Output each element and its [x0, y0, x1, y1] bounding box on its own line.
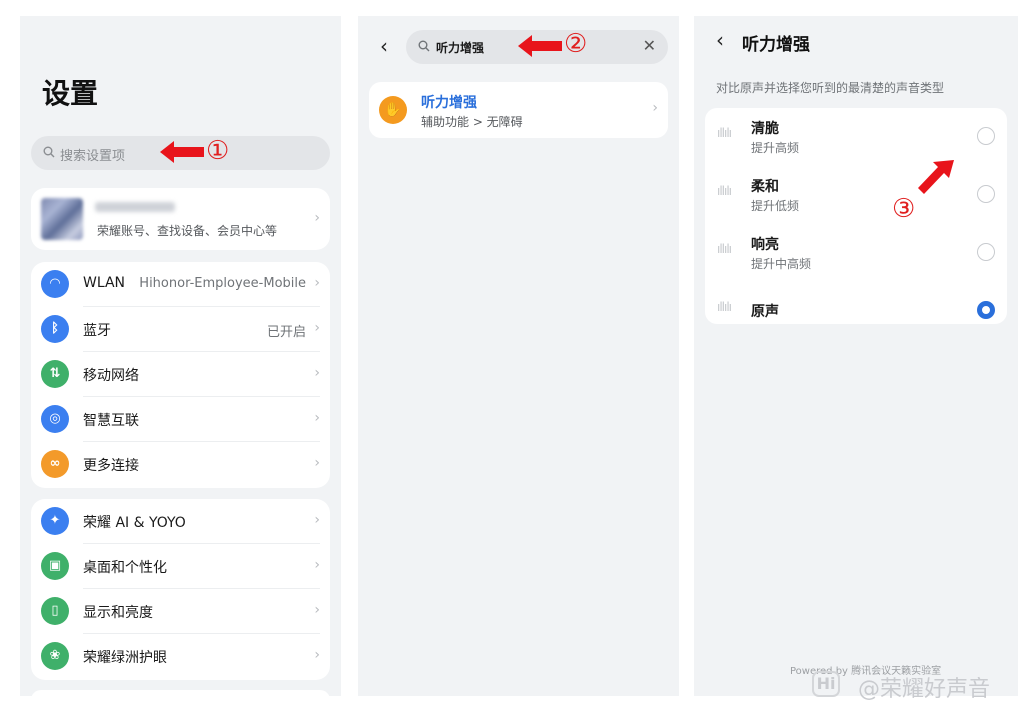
smart-connect-icon: ◎: [41, 405, 69, 433]
settings-row-label: 荣耀绿洲护眼: [83, 650, 167, 666]
radio-button[interactable]: [977, 301, 995, 319]
settings-row-label: 桌面和个性化: [83, 560, 167, 576]
settings-row-label: 更多连接: [83, 458, 139, 474]
eye-care-icon: ❀: [41, 642, 69, 670]
sound-option[interactable]: ıllılı 原声: [705, 282, 1007, 340]
account-subtitle: 荣耀账号、查找设备、会员中心等: [97, 224, 278, 238]
settings-panel: 设置 搜索设置项 荣耀账号、查找设备、会员中心等 › ◠ WLAN Hihonor-…: [20, 16, 341, 696]
sound-option[interactable]: ıllılı 柔和提升低频: [705, 166, 1007, 224]
avatar: [41, 198, 83, 240]
option-name: 原声: [751, 304, 779, 320]
page-title: 听力增强: [742, 35, 810, 55]
step-marker-2: ②: [564, 29, 588, 59]
radio-button[interactable]: [977, 185, 995, 203]
chevron-right-icon: ›: [314, 455, 320, 471]
mobile-network-icon: ⇅: [41, 360, 69, 388]
search-query: 听力增强: [436, 41, 485, 55]
chevron-right-icon: ›: [314, 512, 320, 528]
settings-row-label: 移动网络: [83, 368, 139, 384]
settings-row-3[interactable]: ❀ 荣耀绿洲护眼 ›: [31, 634, 330, 679]
step-marker-1: ①: [206, 136, 230, 166]
annotation-arrow-2: [518, 35, 562, 57]
sound-option[interactable]: ıllılı 清脆提升高频: [705, 108, 1007, 166]
settings-row-value: 已开启: [266, 325, 306, 340]
search-icon: [418, 40, 430, 52]
sound-option[interactable]: ıllılı 响亮提升中高频: [705, 224, 1007, 282]
annotation-arrow-1: [160, 141, 204, 163]
wifi-icon: ◠: [41, 270, 69, 298]
chevron-right-icon: ›: [314, 210, 320, 226]
settings-row-4[interactable]: ∞ 更多连接 ›: [31, 442, 330, 487]
search-results-panel: ‹ 听力增强 ✕ ✋ 听力增强 辅助功能 > 无障碍 ›: [358, 16, 679, 696]
settings-row-3[interactable]: ◎ 智慧互联 ›: [31, 397, 330, 442]
settings-row-label: 荣耀 AI & YOYO: [83, 515, 186, 531]
description: 对比原声并选择您听到的最清楚的声音类型: [716, 81, 945, 95]
link-icon: ∞: [41, 450, 69, 478]
back-icon[interactable]: ‹: [380, 34, 388, 58]
waveform-icon: ıllılı: [717, 242, 732, 256]
waveform-icon: ıllılı: [717, 184, 732, 198]
settings-row-0[interactable]: ◠ WLAN Hihonor-Employee-Mobile ›: [31, 262, 330, 307]
sound-type-options: ıllılı 清脆 提升高频 ıllılı 柔和 提升低频 ıllılı 响亮 提升中高频 ıll…: [705, 108, 1007, 324]
chevron-right-icon: ›: [314, 365, 320, 381]
option-name: 清脆: [751, 121, 779, 137]
settings-row-label: 智慧互联: [83, 413, 139, 429]
hearing-enhancement-panel: ‹ 听力增强 对比原声并选择您听到的最清楚的声音类型 ıllılı 清脆 提升高频 ı…: [694, 16, 1018, 696]
result-path: 辅助功能 > 无障碍: [421, 115, 523, 129]
watermark-text: @荣耀好声音: [858, 677, 991, 702]
settings-row-2[interactable]: ⇅ 移动网络 ›: [31, 352, 330, 397]
settings-row-1[interactable]: ▣ 桌面和个性化 ›: [31, 544, 330, 589]
search-placeholder: 搜索设置项: [60, 149, 126, 164]
ai-sparkle-icon: ✦: [41, 507, 69, 535]
radio-button[interactable]: [977, 127, 995, 145]
step-marker-3: ③: [892, 194, 916, 224]
personalization-group: ✦ 荣耀 AI & YOYO › ▣ 桌面和个性化 › ▯ 显示和亮度 › ❀ 荣耀绿洲护眼 ›: [31, 499, 330, 680]
option-name: 柔和: [751, 179, 779, 195]
settings-row-0[interactable]: ✦ 荣耀 AI & YOYO ›: [31, 499, 330, 544]
settings-row-label: 蓝牙: [83, 323, 111, 339]
hand-icon: ✋: [379, 96, 407, 124]
chevron-right-icon: ›: [314, 602, 320, 618]
settings-row-1[interactable]: ᛒ 蓝牙 已开启 ›: [31, 307, 330, 352]
account-card[interactable]: 荣耀账号、查找设备、会员中心等 ›: [31, 188, 330, 250]
watermark-logo: Hi: [812, 671, 840, 697]
chevron-right-icon: ›: [314, 647, 320, 663]
option-subtitle: 提升低频: [751, 199, 800, 213]
waveform-icon: ıllılı: [717, 300, 732, 314]
page-title: 设置: [42, 77, 99, 110]
option-subtitle: 提升高频: [751, 141, 800, 155]
connectivity-group: ◠ WLAN Hihonor-Employee-Mobile › ᛒ 蓝牙 已开启 › ⇅ 移动网…: [31, 262, 330, 488]
waveform-icon: ıllılı: [717, 126, 732, 140]
radio-button[interactable]: [977, 243, 995, 261]
search-result-item[interactable]: ✋ 听力增强 辅助功能 > 无障碍 ›: [369, 82, 668, 138]
chevron-right-icon: ›: [652, 100, 658, 116]
chevron-right-icon: ›: [314, 557, 320, 573]
search-icon: [43, 146, 55, 158]
display-icon: ▯: [41, 597, 69, 625]
back-icon[interactable]: ‹: [716, 28, 724, 52]
next-group-partial: [31, 690, 330, 696]
chevron-right-icon: ›: [314, 275, 320, 291]
settings-row-2[interactable]: ▯ 显示和亮度 ›: [31, 589, 330, 634]
image-icon: ▣: [41, 552, 69, 580]
settings-row-label: WLAN: [83, 275, 126, 291]
option-name: 响亮: [751, 237, 779, 253]
clear-icon[interactable]: ✕: [643, 36, 656, 55]
account-name-blurred: [95, 202, 175, 212]
settings-row-value: Hihonor-Employee-Mobile: [139, 276, 306, 291]
annotation-arrow-3: [918, 160, 954, 194]
result-title: 听力增强: [421, 95, 477, 111]
option-subtitle: 提升中高频: [751, 257, 812, 271]
settings-row-label: 显示和亮度: [83, 605, 153, 621]
chevron-right-icon: ›: [314, 410, 320, 426]
chevron-right-icon: ›: [314, 320, 320, 336]
bluetooth-icon: ᛒ: [41, 315, 69, 343]
